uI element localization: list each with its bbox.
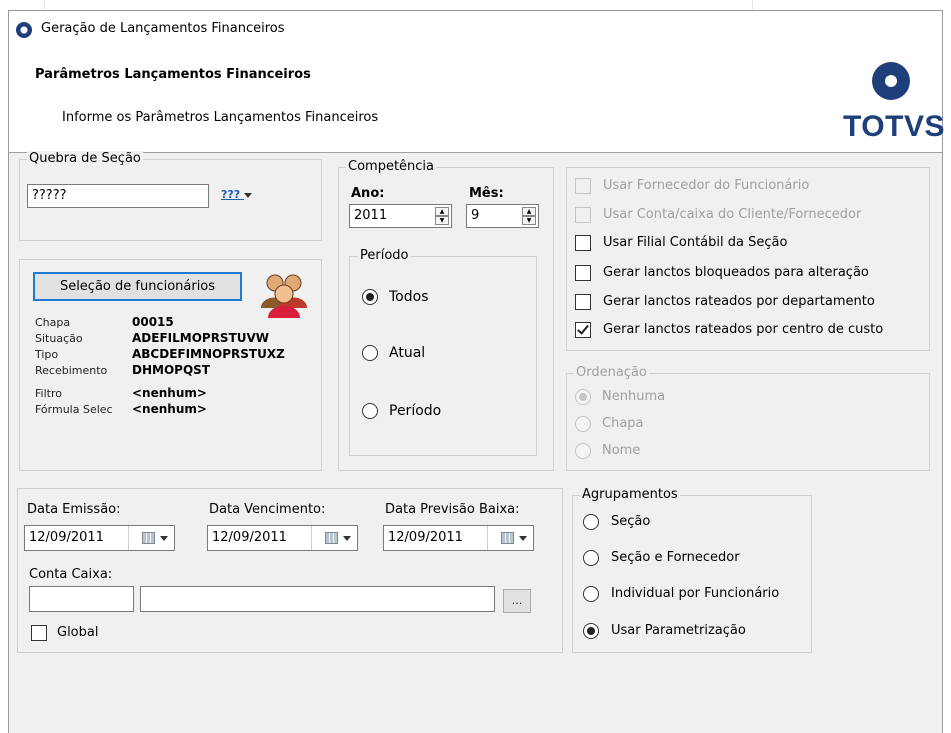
agrupamento-secao-radio[interactable]: [583, 514, 599, 530]
periodo-legend: Período: [358, 248, 411, 263]
info-label-situacao: Situação: [35, 332, 83, 345]
usar-filial-contabil-label: Usar Filial Contábil da Seção: [603, 235, 788, 250]
calendar-icon: [325, 532, 338, 544]
top-strip: [0, 0, 951, 10]
conta-caixa-browse-button[interactable]: ...: [503, 589, 531, 613]
quebra-secao-legend: Quebra de Seção: [27, 151, 143, 166]
gerar-rateados-centro-custo-label: Gerar lanctos rateados por centro de cus…: [603, 322, 884, 337]
agrupamento-parametrizacao-radio[interactable]: [583, 623, 599, 639]
agrupamento-individual-label: Individual por Funcionário: [611, 586, 780, 601]
totvs-logo-text: TOTVS: [843, 110, 945, 143]
ordenacao-chapa-radio[interactable]: [575, 416, 591, 432]
ordenacao-nenhuma-radio[interactable]: [575, 389, 591, 405]
data-vencimento-label: Data Vencimento:: [209, 502, 326, 517]
info-label-formula: Fórmula Selec: [35, 403, 113, 416]
data-previsao-value: 12/09/2011: [388, 530, 463, 545]
agrupamento-individual-radio[interactable]: [583, 586, 599, 602]
ordenacao-nenhuma-label: Nenhuma: [602, 389, 666, 404]
periodo-periodo-label: Período: [389, 403, 442, 419]
title-bar: Geração de Lançamentos Financeiros: [9, 11, 942, 47]
agrupamento-secao-fornecedor-radio[interactable]: [583, 550, 599, 566]
ano-spinner[interactable]: 2011 ▲ ▼: [349, 204, 452, 228]
global-checkbox[interactable]: [31, 625, 47, 641]
global-label: Global: [57, 625, 99, 640]
chevron-down-icon: [160, 536, 168, 541]
spin-down-icon[interactable]: ▼: [522, 216, 536, 225]
data-vencimento-value: 12/09/2011: [212, 530, 287, 545]
spin-up-icon[interactable]: ▲: [435, 207, 449, 216]
ano-value: 2011: [354, 208, 388, 223]
conta-caixa-code-input[interactable]: [29, 586, 134, 612]
dialog-window: Geração de Lançamentos Financeiros Parâm…: [8, 10, 945, 733]
gerar-bloqueados-checkbox[interactable]: [575, 265, 591, 281]
gerar-bloqueados-label: Gerar lanctos bloqueados para alteração: [603, 265, 869, 280]
usar-conta-caixa-label: Usar Conta/caixa do Cliente/Fornecedor: [603, 207, 862, 222]
spin-up-icon[interactable]: ▲: [522, 207, 536, 216]
gerar-rateados-centro-custo-checkbox[interactable]: [575, 322, 591, 338]
data-emissao-value: 12/09/2011: [29, 530, 104, 545]
data-vencimento-picker[interactable]: 12/09/2011: [207, 525, 358, 551]
info-value-situacao: ADEFILMOPRSTUVW: [132, 331, 270, 345]
conta-caixa-label: Conta Caixa:: [29, 567, 113, 582]
periodo-atual-radio[interactable]: [362, 345, 378, 361]
usar-filial-contabil-checkbox[interactable]: [575, 235, 591, 251]
calendar-icon: [501, 532, 514, 544]
picker-label: ???: [221, 188, 241, 201]
ordenacao-legend: Ordenação: [574, 365, 649, 380]
mes-spinner[interactable]: 9 ▲ ▼: [466, 204, 539, 228]
usar-conta-caixa-checkbox[interactable]: [575, 207, 591, 223]
quebra-secao-input[interactable]: ?????: [27, 184, 209, 208]
conta-caixa-desc-input[interactable]: [140, 586, 495, 612]
ordenacao-nome-label: Nome: [602, 443, 641, 458]
users-group-icon: [257, 268, 311, 320]
app-logo-icon: [16, 22, 32, 38]
agrupamentos-legend: Agrupamentos: [580, 487, 680, 502]
header-title: Parâmetros Lançamentos Financeiros: [35, 67, 311, 82]
info-value-formula: <nenhum>: [132, 402, 207, 416]
usar-fornecedor-funcionario-label: Usar Fornecedor do Funcionário: [603, 178, 810, 193]
info-value-chapa: 00015: [132, 315, 174, 329]
data-emissao-label: Data Emissão:: [27, 502, 121, 517]
selecao-funcionarios-button[interactable]: Seleção de funcionários: [33, 272, 242, 301]
periodo-todos-radio[interactable]: [362, 289, 378, 305]
agrupamento-secao-fornecedor-label: Seção e Fornecedor: [611, 550, 740, 565]
window-title: Geração de Lançamentos Financeiros: [41, 21, 285, 36]
agrupamento-parametrizacao-label: Usar Parametrização: [611, 623, 746, 638]
agrupamento-secao-label: Seção: [611, 514, 651, 529]
info-value-tipo: ABCDEFIMNOPRSTUXZ: [132, 347, 285, 361]
ano-label: Ano:: [351, 186, 385, 201]
calendar-icon: [142, 532, 155, 544]
header-subtitle: Informe os Parâmetros Lançamentos Financ…: [62, 110, 379, 125]
chevron-down-icon: [519, 536, 527, 541]
gerar-rateados-departamento-label: Gerar lanctos rateados por departamento: [603, 294, 875, 309]
quebra-secao-picker[interactable]: ???: [221, 188, 252, 201]
info-value-recebimento: DHMOPQST: [132, 363, 210, 377]
ordenacao-chapa-label: Chapa: [602, 416, 644, 431]
totvs-logo-icon: [872, 62, 910, 100]
competencia-legend: Competência: [346, 159, 437, 174]
chevron-down-icon: [244, 192, 252, 198]
data-previsao-label: Data Previsão Baixa:: [385, 502, 520, 517]
data-emissao-picker[interactable]: 12/09/2011: [24, 525, 175, 551]
info-label-tipo: Tipo: [35, 348, 59, 361]
info-label-recebimento: Recebimento: [35, 364, 108, 377]
info-value-filtro: <nenhum>: [132, 386, 207, 400]
data-previsao-picker[interactable]: 12/09/2011: [383, 525, 534, 551]
checkmark-icon: [577, 322, 589, 335]
usar-fornecedor-funcionario-checkbox[interactable]: [575, 178, 591, 194]
periodo-todos-label: Todos: [389, 289, 429, 305]
periodo-atual-label: Atual: [389, 345, 426, 361]
mes-value: 9: [471, 208, 480, 223]
gerar-rateados-departamento-checkbox[interactable]: [575, 294, 591, 310]
mes-label: Mês:: [469, 186, 504, 201]
info-label-chapa: Chapa: [35, 316, 71, 329]
chevron-down-icon: [343, 536, 351, 541]
spin-down-icon[interactable]: ▼: [435, 216, 449, 225]
ordenacao-nome-radio[interactable]: [575, 443, 591, 459]
dialog-header: Parâmetros Lançamentos Financeiros Infor…: [9, 47, 945, 153]
info-label-filtro: Filtro: [35, 387, 62, 400]
periodo-periodo-radio[interactable]: [362, 403, 378, 419]
